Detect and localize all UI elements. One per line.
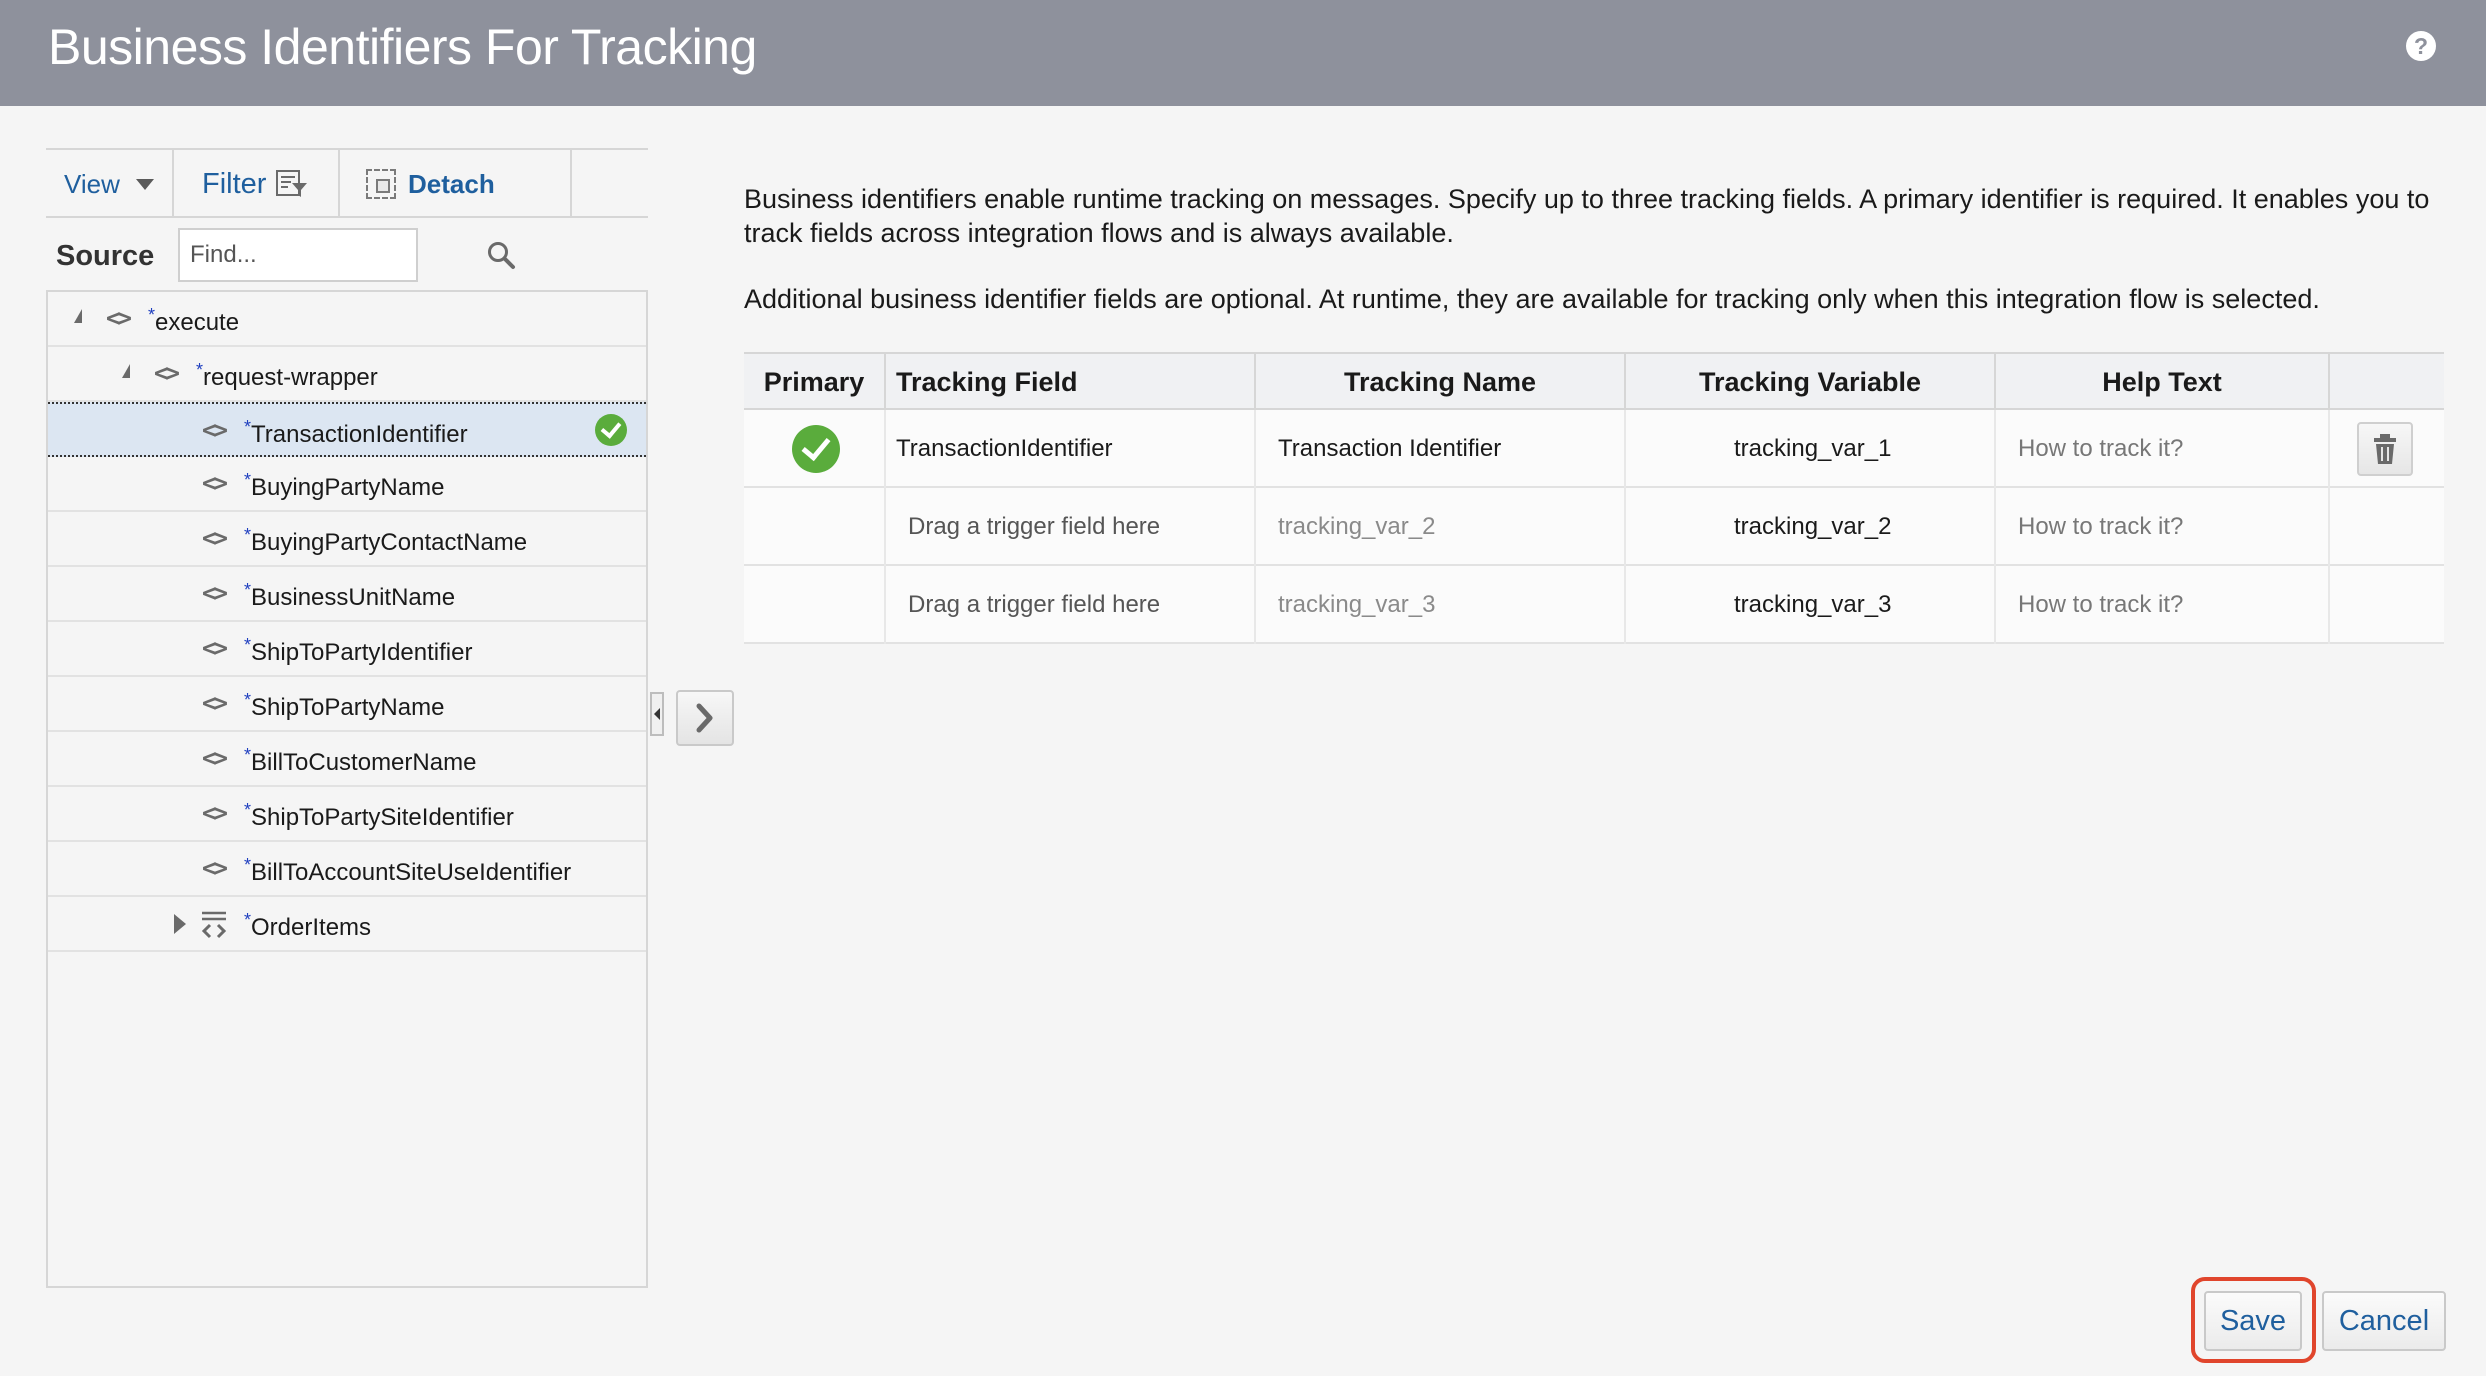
- column-header-tracking-name: Tracking Name: [1256, 354, 1626, 410]
- source-search-row: Source: [46, 220, 648, 290]
- column-header-tracking-variable: Tracking Variable: [1626, 354, 1996, 410]
- element-icon: <>: [202, 799, 228, 827]
- delete-row-button[interactable]: [2357, 422, 2413, 476]
- filter-label: Filter: [202, 167, 267, 200]
- column-header-actions: [2330, 354, 2444, 410]
- tree-node-label: *BillToAccountSiteUseIdentifier: [244, 855, 572, 886]
- column-header-tracking-field: Tracking Field: [886, 354, 1256, 410]
- table-row[interactable]: Drag a trigger field here tracking_var_3…: [744, 566, 2444, 644]
- tracking-variable-cell: tracking_var_1: [1626, 410, 1996, 488]
- source-label: Source: [56, 240, 155, 272]
- primary-cell: [744, 410, 886, 488]
- tree-node-shiptopartyname[interactable]: <> *ShipToPartyName: [48, 677, 646, 732]
- tree-node-label: *BuyingPartyContactName: [244, 525, 528, 556]
- tree-node-businessunitname[interactable]: <> *BusinessUnitName: [48, 567, 646, 622]
- tree-node-billtoaccountsiteuseidentifier[interactable]: <> *BillToAccountSiteUseIdentifier: [48, 842, 646, 897]
- tree-node-request-wrapper[interactable]: <> *request-wrapper: [48, 347, 646, 402]
- expand-icon[interactable]: [174, 914, 186, 934]
- detach-label: Detach: [408, 168, 495, 199]
- description-optional: Additional business identifier fields ar…: [744, 284, 2320, 314]
- chevron-right-icon: [696, 703, 713, 733]
- tree-node-label: *ShipToPartyIdentifier: [244, 635, 473, 666]
- description-primary: Business identifiers enable runtime trac…: [744, 184, 2430, 248]
- tree-node-label: *ShipToPartySiteIdentifier: [244, 800, 514, 831]
- tracking-field-cell[interactable]: TransactionIdentifier: [886, 410, 1256, 488]
- help-text-field[interactable]: How to track it?: [1996, 566, 2330, 644]
- element-icon: <>: [202, 416, 228, 444]
- dialog-title: Business Identifiers For Tracking: [48, 19, 757, 75]
- tree-node-label: *execute: [148, 305, 240, 336]
- chevron-down-icon: [135, 178, 154, 190]
- detach-icon: [366, 169, 396, 199]
- filter-icon: [276, 170, 308, 197]
- element-icon: <>: [202, 469, 228, 497]
- collapse-icon[interactable]: [74, 309, 82, 323]
- tree-node-label: *TransactionIdentifier: [244, 417, 468, 448]
- check-icon: [792, 425, 840, 473]
- dialog-header: Business Identifiers For Tracking ?: [0, 0, 2486, 106]
- tree-node-label: *BuyingPartyName: [244, 470, 445, 501]
- element-icon: <>: [202, 744, 228, 772]
- trash-icon: [2374, 434, 2396, 464]
- tracking-field-drop-zone[interactable]: Drag a trigger field here: [886, 488, 1256, 566]
- search-icon[interactable]: [486, 240, 516, 270]
- view-menu-button[interactable]: View: [46, 150, 174, 218]
- table-header: Primary Tracking Field Tracking Name Tra…: [744, 354, 2444, 410]
- tracking-variable-cell: tracking_var_3: [1626, 566, 1996, 644]
- table-row[interactable]: Drag a trigger field here tracking_var_2…: [744, 488, 2444, 566]
- tracking-variable-cell: tracking_var_2: [1626, 488, 1996, 566]
- column-header-help-text: Help Text: [1996, 354, 2330, 410]
- element-icon: <>: [106, 304, 132, 332]
- tracking-name-field[interactable]: Transaction Identifier: [1256, 410, 1626, 488]
- table-row[interactable]: TransactionIdentifier Transaction Identi…: [744, 410, 2444, 488]
- element-icon: <>: [202, 634, 228, 662]
- help-text-field[interactable]: How to track it?: [1996, 410, 2330, 488]
- tree-node-shiptopartysiteidentifier[interactable]: <> *ShipToPartySiteIdentifier: [48, 787, 646, 842]
- tracking-fields-table: Primary Tracking Field Tracking Name Tra…: [744, 352, 2444, 644]
- collapse-panel-handle[interactable]: [650, 692, 664, 736]
- tree-node-label: *BusinessUnitName: [244, 580, 456, 611]
- repeating-element-icon: [201, 911, 227, 939]
- element-icon: <>: [202, 689, 228, 717]
- source-panel: View Filter Detach Source Find... <> *ex…: [46, 148, 648, 1288]
- tree-node-label: *ShipToPartyName: [244, 690, 445, 721]
- tree-node-label: *BillToCustomerName: [244, 745, 477, 776]
- tree-node-execute[interactable]: <> *execute: [48, 292, 646, 347]
- help-icon[interactable]: ?: [2406, 31, 2436, 61]
- tracking-field-drop-zone[interactable]: Drag a trigger field here: [886, 566, 1256, 644]
- primary-cell: [744, 566, 886, 644]
- cancel-button[interactable]: Cancel: [2322, 1291, 2446, 1351]
- tree-node-label: *OrderItems: [244, 910, 372, 941]
- source-tree: <> *execute <> *request-wrapper <> *Tran…: [46, 290, 648, 1288]
- source-toolbar: View Filter Detach: [46, 148, 648, 218]
- help-text-field[interactable]: How to track it?: [1996, 488, 2330, 566]
- tree-node-buyingpartycontactname[interactable]: <> *BuyingPartyContactName: [48, 512, 646, 567]
- tree-node-label: *request-wrapper: [196, 360, 378, 391]
- save-button[interactable]: Save: [2204, 1291, 2302, 1351]
- tree-node-shiptopartyidentifier[interactable]: <> *ShipToPartyIdentifier: [48, 622, 646, 677]
- element-icon: <>: [202, 524, 228, 552]
- primary-cell: [744, 488, 886, 566]
- view-label: View: [64, 168, 120, 199]
- tree-node-transactionidentifier[interactable]: <> *TransactionIdentifier: [48, 402, 646, 457]
- column-header-primary: Primary: [744, 354, 886, 410]
- collapse-icon[interactable]: [122, 364, 130, 378]
- tree-node-orderitems[interactable]: *OrderItems: [48, 897, 646, 952]
- filter-button[interactable]: Filter: [174, 150, 340, 218]
- element-icon: <>: [202, 579, 228, 607]
- tree-node-buyingpartyname[interactable]: <> *BuyingPartyName: [48, 457, 646, 512]
- element-icon: <>: [202, 854, 228, 882]
- find-input[interactable]: [178, 228, 418, 282]
- check-icon: [595, 414, 627, 446]
- detach-button[interactable]: Detach: [340, 150, 572, 218]
- element-icon: <>: [154, 359, 180, 387]
- tree-node-billtocustomername[interactable]: <> *BillToCustomerName: [48, 732, 646, 787]
- tracking-name-field[interactable]: tracking_var_3: [1256, 566, 1626, 644]
- tracking-name-field[interactable]: tracking_var_2: [1256, 488, 1626, 566]
- move-to-grid-button[interactable]: [676, 690, 734, 746]
